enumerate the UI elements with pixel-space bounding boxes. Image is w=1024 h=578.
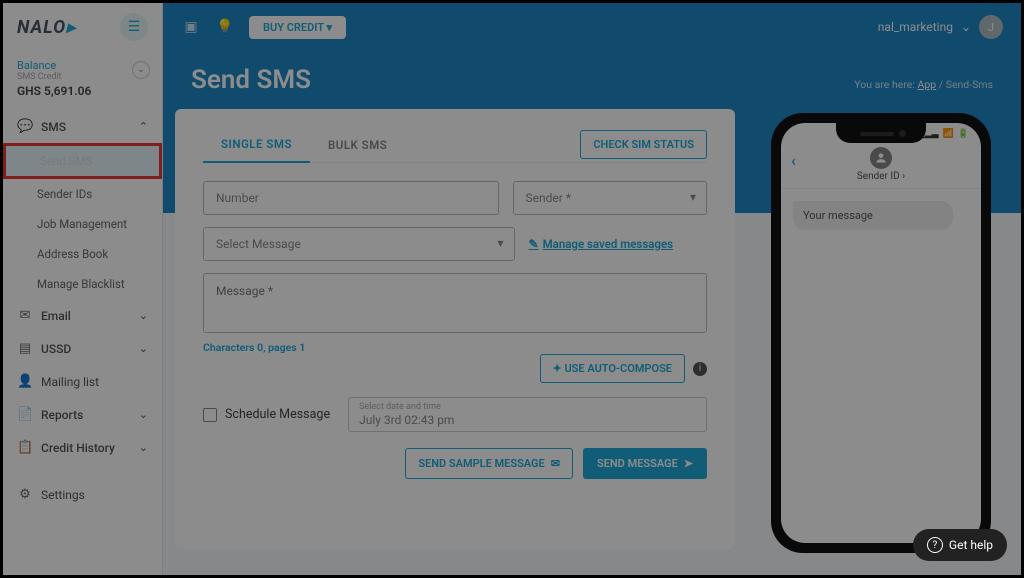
contacts-icon: 👤	[17, 374, 33, 389]
mail-icon: ✉	[551, 457, 560, 470]
sidebar-item-label: USSD	[41, 342, 71, 356]
sidebar-item-label: Reports	[41, 408, 83, 422]
tabs: SINGLE SMS BULK SMS CHECK SIM STATUS	[203, 127, 707, 163]
check-sim-status-button[interactable]: CHECK SIM STATUS	[580, 130, 707, 159]
logo-row: NALO▸ ☰	[3, 3, 162, 51]
phone-message-bubble: Your message	[793, 201, 953, 230]
chevron-up-icon: ⌃	[139, 120, 148, 133]
datetime-label: Select date and time	[359, 402, 696, 412]
phone-preview: ▁▂▃ 📶 🔋 ‹ Sender ID › Your message	[771, 113, 991, 553]
schedule-message-checkbox[interactable]: Schedule Message	[203, 407, 330, 422]
page-header: Send SMS You are here: App / Send-Sms	[163, 51, 1021, 109]
datetime-value: July 3rd 02:43 pm	[359, 413, 696, 427]
buy-credit-button[interactable]: BUY CREDIT ▾	[249, 16, 346, 39]
datetime-field[interactable]: Select date and time July 3rd 02:43 pm	[348, 397, 707, 432]
phone-back-icon: ‹	[791, 151, 796, 170]
wifi-icon: 📶	[943, 129, 954, 139]
mail-icon: ✉	[17, 308, 33, 323]
tab-single-sms[interactable]: SINGLE SMS	[203, 127, 310, 163]
sidebar-item-sms[interactable]: 💬 SMS ⌃	[3, 110, 162, 143]
keypad-icon: ▤	[17, 341, 33, 356]
character-count: Characters 0, pages 1	[203, 341, 707, 354]
tab-bulk-sms[interactable]: BULK SMS	[310, 128, 405, 162]
main-content: ▣ 💡 BUY CREDIT ▾ nal_marketing ⌄ J Send …	[163, 3, 1021, 575]
chevron-down-icon: ⌄	[139, 441, 148, 454]
user-name: nal_marketing	[878, 20, 953, 34]
sidebar-subitem-send-sms[interactable]: Send SMS	[3, 143, 162, 179]
chevron-down-icon[interactable]: ⌄	[132, 61, 150, 79]
chat-icon: 💬	[17, 119, 33, 134]
chevron-down-icon: ⌄	[139, 309, 148, 322]
info-icon[interactable]: i	[693, 362, 707, 376]
balance-block[interactable]: Balance SMS Credit GHS 5,691.06 ⌄	[3, 51, 162, 110]
sidebar-item-label: Credit History	[41, 441, 115, 455]
battery-icon: 🔋	[958, 129, 969, 139]
number-field[interactable]: Number	[203, 181, 499, 215]
sidebar-subitem-job-management[interactable]: Job Management	[3, 209, 162, 239]
sender-select[interactable]: Sender *	[513, 181, 707, 215]
checkbox-icon	[203, 408, 217, 422]
bulb-icon[interactable]: 💡	[215, 17, 235, 37]
balance-label: Balance	[17, 59, 148, 72]
sidebar-item-label: Email	[41, 309, 71, 323]
phone-sender-label: Sender ID ›	[781, 171, 981, 182]
sidebar: NALO▸ ☰ Balance SMS Credit GHS 5,691.06 …	[3, 3, 163, 575]
breadcrumb: You are here: App / Send-Sms	[854, 78, 993, 91]
balance-amount: GHS 5,691.06	[17, 84, 148, 98]
logo: NALO▸	[17, 17, 76, 38]
breadcrumb-current: Send-Sms	[946, 78, 993, 91]
gear-icon: ⚙	[17, 487, 33, 502]
user-menu[interactable]: nal_marketing ⌄ J	[878, 15, 1003, 39]
phone-notch	[836, 123, 926, 143]
phone-avatar-icon	[870, 147, 892, 169]
sidebar-subitem-address-book[interactable]: Address Book	[3, 239, 162, 269]
help-icon: ?	[927, 537, 943, 553]
topbar: ▣ 💡 BUY CREDIT ▾ nal_marketing ⌄ J	[163, 3, 1021, 51]
sidebar-item-mailing-list[interactable]: 👤 Mailing list	[3, 365, 162, 398]
pencil-icon: ✎	[529, 237, 539, 251]
send-message-button[interactable]: SEND MESSAGE➤	[583, 448, 707, 479]
send-sample-message-button[interactable]: SEND SAMPLE MESSAGE✉	[405, 448, 573, 479]
manage-saved-messages-link[interactable]: ✎ Manage saved messages	[529, 237, 707, 251]
sidebar-item-label: Settings	[41, 488, 85, 502]
report-icon: 📄	[17, 407, 33, 422]
sidebar-item-label: SMS	[41, 120, 66, 134]
select-message-dropdown[interactable]: Select Message	[203, 227, 515, 261]
sidebar-item-label: Mailing list	[41, 375, 99, 389]
balance-sublabel: SMS Credit	[17, 72, 148, 82]
schedule-label: Schedule Message	[225, 407, 330, 422]
sidebar-item-settings[interactable]: ⚙ Settings	[3, 478, 162, 511]
fullscreen-icon[interactable]: ▣	[181, 17, 201, 37]
sidebar-item-ussd[interactable]: ▤ USSD ⌄	[3, 332, 162, 365]
get-help-button[interactable]: ? Get help	[913, 529, 1007, 561]
sidebar-item-reports[interactable]: 📄 Reports ⌄	[3, 398, 162, 431]
breadcrumb-app-link[interactable]: App	[918, 78, 937, 91]
sms-subitems: Send SMS Sender IDs Job Management Addre…	[3, 143, 162, 299]
sidebar-collapse-button[interactable]: ☰	[120, 13, 148, 41]
sidebar-subitem-manage-blacklist[interactable]: Manage Blacklist	[3, 269, 162, 299]
chevron-down-icon: ⌄	[139, 408, 148, 421]
use-auto-compose-button[interactable]: ✦ USE AUTO-COMPOSE	[540, 354, 686, 383]
history-icon: 📋	[17, 440, 33, 455]
page-title: Send SMS	[191, 65, 311, 95]
sidebar-subitem-sender-ids[interactable]: Sender IDs	[3, 179, 162, 209]
message-textarea[interactable]	[203, 273, 707, 333]
send-icon: ➤	[684, 457, 693, 470]
send-sms-card: SINGLE SMS BULK SMS CHECK SIM STATUS Num…	[175, 109, 735, 549]
chevron-down-icon: ⌄	[139, 342, 148, 355]
sidebar-item-credit-history[interactable]: 📋 Credit History ⌄	[3, 431, 162, 464]
sidebar-item-email[interactable]: ✉ Email ⌄	[3, 299, 162, 332]
avatar: J	[979, 15, 1003, 39]
chevron-down-icon: ⌄	[961, 20, 971, 34]
